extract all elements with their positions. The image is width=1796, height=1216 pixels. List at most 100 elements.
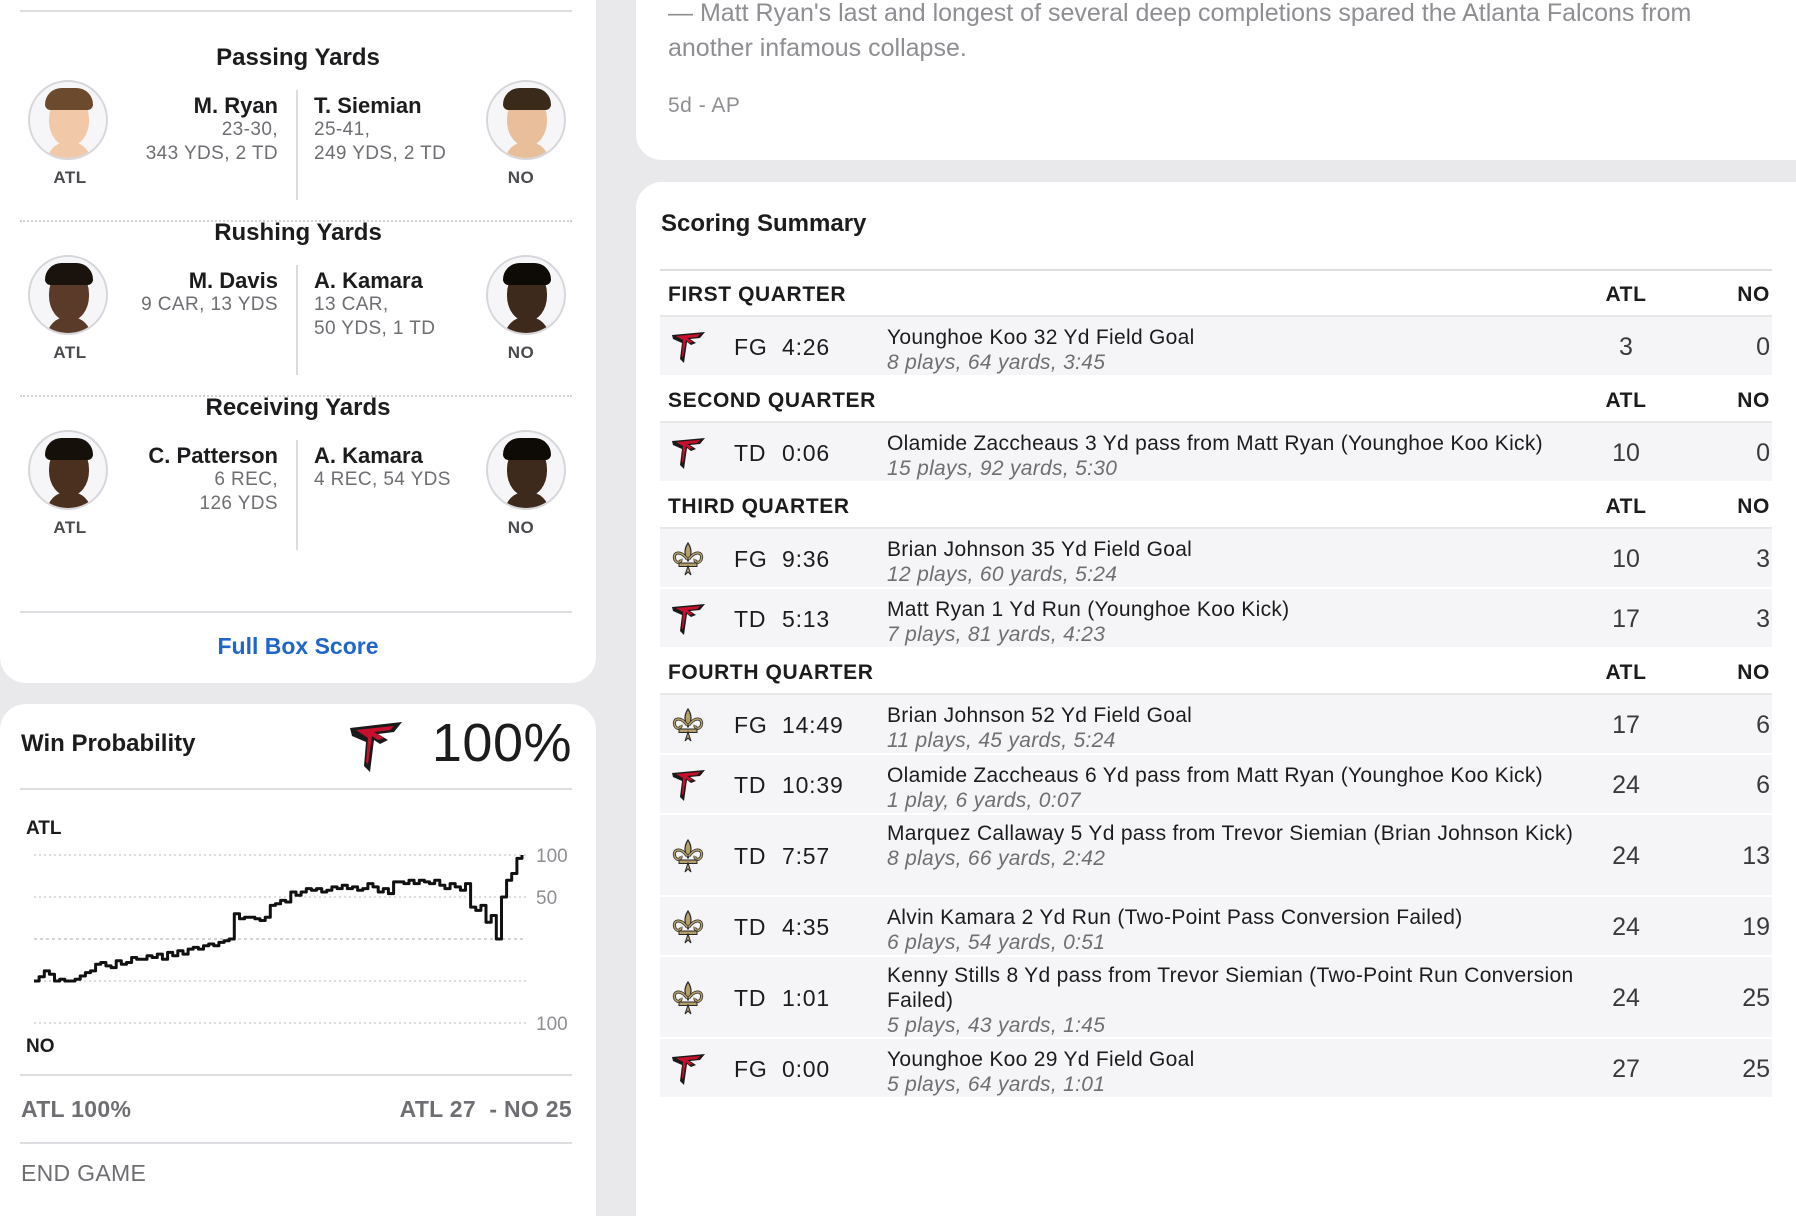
- leader-category-title: Passing Yards: [216, 44, 380, 71]
- play-description: Brian Johnson 35 Yd Field Goal 12 plays, …: [887, 537, 1607, 587]
- divider: [296, 440, 298, 550]
- atl-score: 27: [1612, 1055, 1640, 1083]
- drive-detail: 5 plays, 64 yards, 1:01: [887, 1073, 1106, 1096]
- player-stat-line: 50 YDS, 1 TD: [314, 318, 436, 339]
- atl-score: 10: [1612, 439, 1640, 467]
- drive-detail: 5 plays, 43 yards, 1:45: [887, 1014, 1106, 1037]
- score-type: TD: [734, 440, 767, 466]
- play-description: Kenny Stills 8 Yd pass from Trevor Siemi…: [887, 963, 1607, 1038]
- right-player-avatar[interactable]: [486, 80, 566, 160]
- score-type: TD: [734, 914, 767, 940]
- player-name[interactable]: C. Patterson: [100, 443, 278, 469]
- scoring-play-row[interactable]: FG 9:36 Brian Johnson 35 Yd Field Goal 12 p…: [660, 529, 1772, 589]
- player-stat-line: 23-30,: [221, 119, 278, 140]
- quarter-header: FIRST QUARTER ATL NO: [660, 271, 1772, 317]
- play-description: Younghoe Koo 29 Yd Field Goal 5 plays, 64…: [887, 1047, 1607, 1097]
- saints-fleur-de-lis-icon: [668, 705, 708, 745]
- score-type: TD: [734, 843, 767, 869]
- drive-detail: 6 plays, 54 yards, 0:51: [887, 931, 1106, 954]
- leader-category: Passing Yards ATL M. Ryan 23-30, 343 YDS, 2 …: [0, 40, 596, 240]
- scoring-play-row[interactable]: TD 4:35 Alvin Kamara 2 Yd Run (Two-Point P…: [660, 897, 1772, 957]
- team-abbrev: NO: [507, 343, 535, 362]
- quarter-header: FOURTH QUARTER ATL NO: [660, 649, 1772, 695]
- play-description: Alvin Kamara 2 Yd Run (Two-Point Pass Co…: [887, 905, 1607, 955]
- no-score: 0: [1756, 439, 1770, 467]
- drive-detail: 11 plays, 45 yards, 5:24: [887, 729, 1116, 752]
- leader-category-title: Receiving Yards: [205, 394, 391, 421]
- atl-score: 3: [1619, 333, 1633, 361]
- scoring-play-row[interactable]: FG 14:49 Brian Johnson 52 Yd Field Goal 11 …: [660, 695, 1772, 755]
- win-probability-percent: 100%: [431, 713, 572, 773]
- atl-score: 24: [1612, 913, 1640, 941]
- win-probability-chart: 100 50 100 ATL NO: [26, 818, 568, 1057]
- no-score: 6: [1756, 771, 1770, 799]
- no-score: 13: [1742, 842, 1770, 870]
- play-description: Olamide Zaccheaus 3 Yd pass from Matt Ry…: [887, 431, 1607, 481]
- player-stat-line: 343 YDS, 2 TD: [145, 143, 278, 164]
- saints-fleur-de-lis-icon: [668, 978, 708, 1018]
- left-player-avatar[interactable]: [28, 255, 108, 335]
- quarter-header: SECOND QUARTER ATL NO: [660, 377, 1772, 423]
- saints-fleur-de-lis-icon: [668, 539, 708, 579]
- divider: [20, 788, 572, 790]
- news-meta: 5d - AP: [668, 94, 741, 117]
- falcons-logo-icon: [668, 599, 708, 639]
- left-player-avatar[interactable]: [28, 430, 108, 510]
- drive-detail: 12 plays, 60 yards, 5:24: [887, 563, 1118, 586]
- full-box-score-link[interactable]: Full Box Score: [0, 633, 596, 660]
- game-leaders-card: Passing Yards ATL M. Ryan 23-30, 343 YDS, 2 …: [0, 0, 596, 683]
- chart-team-label: ATL: [26, 818, 62, 839]
- news-card[interactable]: — Matt Ryan's last and longest of severa…: [636, 0, 1796, 160]
- no-score: 25: [1742, 1055, 1770, 1083]
- column-header-atl: ATL: [1605, 661, 1647, 684]
- leader-category: Rushing Yards ATL M. Davis 9 CAR, 13 YDS A. …: [0, 215, 596, 415]
- scoring-play-row[interactable]: FG 4:26 Younghoe Koo 32 Yd Field Goal 8 pla…: [660, 317, 1772, 377]
- left-player-avatar[interactable]: [28, 80, 108, 160]
- divider: [20, 1074, 572, 1076]
- score-type: TD: [734, 606, 767, 632]
- atl-score: 17: [1612, 605, 1640, 633]
- chart-team-label: NO: [26, 1036, 55, 1057]
- scoring-play-row[interactable]: TD 7:57 Marquez Callaway 5 Yd pass from Tr…: [660, 815, 1772, 897]
- scoring-summary-title: Scoring Summary: [661, 210, 867, 237]
- no-score: 25: [1742, 984, 1770, 1012]
- drive-detail: 8 plays, 66 yards, 2:42: [887, 847, 1106, 870]
- player-name[interactable]: M. Davis: [100, 268, 278, 294]
- scoring-play-row[interactable]: FG 0:00 Younghoe Koo 29 Yd Field Goal 5 pla…: [660, 1039, 1772, 1099]
- drive-detail: 15 plays, 92 yards, 5:30: [887, 457, 1118, 480]
- scoring-play-row[interactable]: TD 0:06 Olamide Zaccheaus 3 Yd pass from M…: [660, 423, 1772, 483]
- player-stat-line: 249 YDS, 2 TD: [314, 143, 447, 164]
- score-type: TD: [734, 985, 767, 1011]
- player-name[interactable]: A. Kamara: [314, 443, 423, 469]
- falcons-logo-icon: [668, 433, 708, 473]
- right-player-avatar[interactable]: [486, 255, 566, 335]
- divider: [20, 611, 572, 613]
- leader-category: Receiving Yards ATL C. Patterson 6 REC, 126 …: [0, 390, 596, 590]
- column-header-atl: ATL: [1605, 389, 1647, 412]
- scoring-play-row[interactable]: TD 5:13 Matt Ryan 1 Yd Run (Younghoe Koo K…: [660, 589, 1772, 649]
- play-description: Younghoe Koo 32 Yd Field Goal 8 plays, 64…: [887, 325, 1607, 375]
- final-score: ATL 27 - NO 25: [399, 1096, 572, 1122]
- win-probability-line: [34, 855, 524, 983]
- player-stat-line: 9 CAR, 13 YDS: [141, 294, 278, 315]
- score-type: FG: [734, 712, 768, 738]
- player-name[interactable]: M. Ryan: [100, 93, 278, 119]
- score-time: 1:01: [782, 985, 830, 1011]
- divider: [296, 265, 298, 375]
- atl-score: 24: [1612, 771, 1640, 799]
- divider: [296, 90, 298, 200]
- chart-axis-label: 50: [536, 888, 557, 909]
- scoring-play-row[interactable]: TD 1:01 Kenny Stills 8 Yd pass from Trevor…: [660, 957, 1772, 1039]
- column-header-no: NO: [1737, 661, 1770, 684]
- drive-detail: 8 plays, 64 yards, 3:45: [887, 351, 1106, 374]
- team-abbrev: ATL: [53, 343, 87, 362]
- player-name[interactable]: T. Siemian: [314, 93, 422, 119]
- player-stat-line: 25-41,: [314, 119, 371, 140]
- right-player-avatar[interactable]: [486, 430, 566, 510]
- scoring-play-row[interactable]: TD 10:39 Olamide Zaccheaus 6 Yd pass from …: [660, 755, 1772, 815]
- chart-axis-label: 100: [536, 1014, 568, 1035]
- news-summary[interactable]: — Matt Ryan's last and longest of severa…: [668, 0, 1768, 66]
- player-name[interactable]: A. Kamara: [314, 268, 423, 294]
- saints-fleur-de-lis-icon: [668, 836, 708, 876]
- divider: [20, 10, 572, 12]
